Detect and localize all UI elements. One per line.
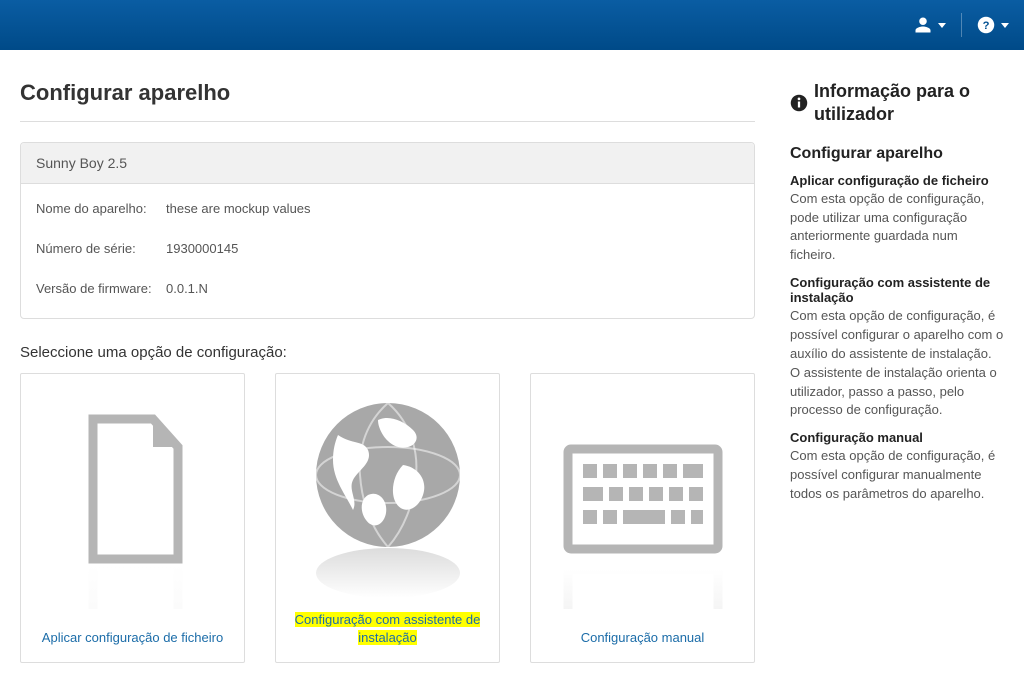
info-icon <box>790 94 808 112</box>
device-row: Nome do aparelho: these are mockup value… <box>36 189 739 229</box>
user-menu[interactable] <box>914 16 946 34</box>
sidebar-text: Com esta opção de configuração, é possív… <box>790 447 1004 504</box>
header-divider <box>961 13 962 37</box>
option-card-wizard[interactable]: Configuração com assistente de instalaçã… <box>275 373 500 663</box>
device-row-label: Número de série: <box>36 241 166 256</box>
user-icon <box>914 16 932 34</box>
sidebar-column: Informação para o utilizador Configurar … <box>790 80 1004 663</box>
device-row-value: 0.0.1.N <box>166 281 208 296</box>
device-info-box: Sunny Boy 2.5 Nome do aparelho: these ar… <box>20 142 755 319</box>
device-name: Sunny Boy 2.5 <box>21 143 754 184</box>
caret-down-icon <box>1001 23 1009 28</box>
option-card-manual[interactable]: Configuração manual <box>530 373 755 663</box>
device-row: Número de série: 1930000145 <box>36 229 739 269</box>
help-menu[interactable]: ? <box>977 16 1009 34</box>
sidebar-section-heading: Configurar aparelho <box>790 145 1004 163</box>
device-row: Versão de firmware: 0.0.1.N <box>36 269 739 308</box>
device-row-value: these are mockup values <box>166 201 311 216</box>
page-title: Configurar aparelho <box>20 80 755 122</box>
option-card-label: Configuração manual <box>581 629 705 647</box>
option-cards: Aplicar configuração de ficheiro <box>20 373 755 663</box>
device-body: Nome do aparelho: these are mockup value… <box>21 184 754 318</box>
main-column: Configurar aparelho Sunny Boy 2.5 Nome d… <box>20 80 790 663</box>
globe-icon <box>286 389 489 611</box>
file-icon <box>31 389 234 629</box>
caret-down-icon <box>938 23 946 28</box>
option-card-label: Aplicar configuração de ficheiro <box>42 629 223 647</box>
sidebar-text: Com esta opção de configuração, é possív… <box>790 307 1004 420</box>
header-bar: ? <box>0 0 1024 50</box>
sidebar-text: Com esta opção de configuração, pode uti… <box>790 190 1004 265</box>
sidebar-title: Informação para o utilizador <box>790 80 1004 127</box>
help-icon: ? <box>977 16 995 34</box>
sidebar-sub-heading: Aplicar configuração de ficheiro <box>790 173 1004 188</box>
select-option-label: Seleccione uma opção de configuração: <box>20 344 755 361</box>
content-area: Configurar aparelho Sunny Boy 2.5 Nome d… <box>0 50 1024 683</box>
sidebar-sub-heading: Configuração manual <box>790 430 1004 445</box>
device-row-value: 1930000145 <box>166 241 238 256</box>
option-card-file[interactable]: Aplicar configuração de ficheiro <box>20 373 245 663</box>
option-card-label: Configuração com assistente de instalaçã… <box>286 611 489 647</box>
sidebar-sub-heading: Configuração com assistente de instalaçã… <box>790 275 1004 305</box>
device-row-label: Nome do aparelho: <box>36 201 166 216</box>
device-row-label: Versão de firmware: <box>36 281 166 296</box>
svg-text:?: ? <box>983 20 990 32</box>
keyboard-icon <box>541 389 744 629</box>
